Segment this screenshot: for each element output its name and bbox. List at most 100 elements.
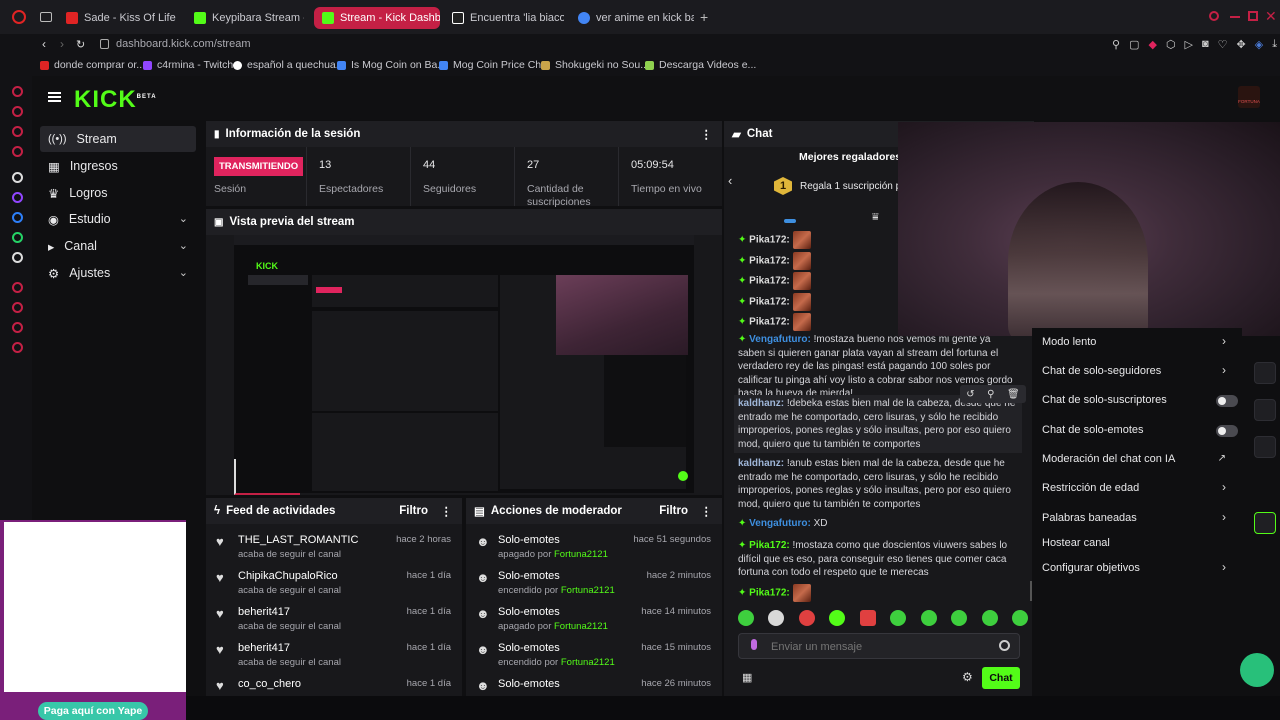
- menu-item-host-channel[interactable]: Hostear canal: [1042, 537, 1238, 549]
- chat-username[interactable]: Vengafuturo:: [749, 518, 811, 529]
- vpn-icon[interactable]: ◈: [1255, 38, 1263, 51]
- clapperboard-icon[interactable]: [1254, 512, 1276, 534]
- menu-item-banned-words[interactable]: Palabras baneadas ›: [1042, 510, 1238, 524]
- reply-icon[interactable]: ↺: [966, 389, 974, 400]
- settings-icon[interactable]: ⚙: [962, 670, 973, 684]
- menu-item-age-restriction[interactable]: Restricción de edad ›: [1042, 480, 1238, 494]
- hamburger-menu-icon[interactable]: [48, 92, 61, 102]
- gmail-icon[interactable]: [12, 146, 23, 157]
- chat-username[interactable]: Vengafuturo:: [749, 334, 811, 345]
- broadcast-icon[interactable]: [1254, 362, 1276, 384]
- emote-icon[interactable]: [920, 610, 937, 626]
- kebab-menu-icon[interactable]: ⋮: [441, 504, 453, 518]
- list-item[interactable]: ☻ Solo-emotes apagado por Fortuna2121 ha…: [466, 602, 721, 638]
- close-window-button[interactable]: ✕: [1265, 8, 1277, 25]
- bookmark-item[interactable]: donde comprar or...: [40, 59, 145, 71]
- kebab-menu-icon[interactable]: ⋮: [701, 127, 713, 141]
- tab-kick-dashboard[interactable]: Stream - Kick Dashboard: [314, 7, 440, 29]
- tab-tiktok[interactable]: Encuentra 'lia biacoti' en: [444, 7, 564, 29]
- moderator-name[interactable]: Fortuna2121: [554, 549, 608, 560]
- menu-item-subscribers-only[interactable]: Chat de solo-suscriptores: [1042, 394, 1238, 407]
- microphone-icon[interactable]: [751, 639, 757, 650]
- history-icon[interactable]: [12, 106, 23, 117]
- menu-item-goals[interactable]: Configurar objetivos ›: [1042, 560, 1238, 574]
- tab-keypibara[interactable]: Keypibara Stream - Watc: [186, 7, 304, 29]
- bookmark-item[interactable]: Descarga Videos e...: [645, 59, 756, 71]
- tab-google[interactable]: ver anime en kick baneado: [570, 7, 694, 29]
- wrench-icon[interactable]: [1254, 436, 1276, 458]
- list-item[interactable]: ♥ THE_LAST_ROMANTIC acaba de seguir el c…: [206, 530, 461, 566]
- chat-username[interactable]: Pika172:: [749, 540, 790, 551]
- player-icon[interactable]: [12, 282, 23, 293]
- kick-logo[interactable]: KICKBETA: [74, 86, 157, 114]
- emote-icon[interactable]: [859, 610, 876, 626]
- list-item[interactable]: ♥ co_co_chero hace 1 día: [206, 674, 461, 710]
- tab-sade[interactable]: Sade - Kiss Of Life (Fr: [58, 7, 176, 29]
- emoji-icon[interactable]: [999, 640, 1010, 651]
- bookmark-item[interactable]: Is Mog Coin on Ba...: [337, 59, 446, 71]
- delete-icon[interactable]: 🗑: [1007, 389, 1020, 400]
- emote-icon[interactable]: [890, 610, 907, 626]
- cube-icon[interactable]: ⬡: [1166, 38, 1176, 51]
- messenger-icon[interactable]: [12, 126, 23, 137]
- filter-button[interactable]: Filtro: [399, 505, 428, 517]
- list-item[interactable]: ☻ Solo-emotes encendido por Fortuna2121 …: [466, 638, 721, 674]
- chat-username[interactable]: Pika172:: [749, 255, 790, 266]
- nav-item-estudio[interactable]: ◉ Estudio ⌄: [40, 206, 196, 232]
- nav-item-canal[interactable]: ▸ Canal ⌄: [40, 233, 196, 259]
- chat-username[interactable]: Pika172:: [749, 235, 790, 246]
- headset-button[interactable]: [1240, 653, 1274, 687]
- gift-sub-prompt[interactable]: Regala 1 suscripción pa: [800, 181, 907, 192]
- chat-input[interactable]: [771, 639, 991, 654]
- moderator-name[interactable]: Fortuna2121: [554, 621, 608, 632]
- subscribers-only-toggle[interactable]: [1216, 395, 1238, 407]
- chat-username[interactable]: Pika172:: [749, 276, 790, 287]
- menu-item-followers-only[interactable]: Chat de solo-seguidores ›: [1042, 363, 1238, 377]
- heart-icon[interactable]: ♡: [1218, 38, 1228, 51]
- chat-username[interactable]: Pika172:: [749, 296, 790, 307]
- emote-icon[interactable]: [1011, 610, 1028, 626]
- stream-preview-video[interactable]: KICK: [234, 235, 694, 493]
- gear-icon[interactable]: [12, 342, 23, 353]
- avatar[interactable]: FORTUNA: [1238, 86, 1260, 108]
- nav-item-ingresos[interactable]: ▦ Ingresos: [40, 153, 196, 179]
- bookmark-item[interactable]: Mog Coin Price Ch...: [439, 59, 550, 71]
- aria-icon[interactable]: [12, 86, 23, 97]
- chat-message[interactable]: kaldhanz: !anub estas bien mal de la cab…: [738, 457, 1018, 511]
- nav-item-stream[interactable]: ((•)) Stream: [40, 126, 196, 152]
- bookmark-item[interactable]: español a quechua...: [233, 59, 345, 71]
- yape-pay-button[interactable]: Paga aquí con Yape: [38, 702, 148, 720]
- chat-message[interactable]: ✦ Vengafuturo: XD: [738, 517, 1018, 531]
- chat-username[interactable]: Pika172:: [749, 588, 790, 599]
- search-icon[interactable]: [1209, 11, 1219, 21]
- forward-button[interactable]: ›: [60, 37, 64, 51]
- tab-switcher-icon[interactable]: [40, 12, 52, 22]
- chevron-left-icon[interactable]: ‹: [728, 173, 732, 188]
- emote-icon[interactable]: [829, 610, 846, 626]
- emote-icon[interactable]: [768, 610, 785, 626]
- list-item[interactable]: ♥ beherit417 acaba de seguir el canal ha…: [206, 638, 461, 674]
- whatsapp-icon[interactable]: [12, 232, 23, 243]
- chat-username[interactable]: Pika172:: [749, 317, 790, 328]
- pin-icon[interactable]: ⚲: [1112, 38, 1120, 51]
- new-tab-button[interactable]: +: [700, 9, 708, 25]
- menu-item-slow-mode[interactable]: Modo lento ›: [1042, 334, 1238, 348]
- camera-icon[interactable]: ◙: [1202, 38, 1209, 51]
- bookmark-item[interactable]: Shokugeki no Sou...: [541, 59, 649, 71]
- filter-icon[interactable]: ⩸: [872, 211, 879, 224]
- minimize-button[interactable]: [1230, 16, 1240, 18]
- settings-icon[interactable]: [12, 322, 23, 333]
- site-info-icon[interactable]: [100, 39, 109, 49]
- reload-icon[interactable]: ↻: [76, 38, 85, 51]
- emotes-only-toggle[interactable]: [1216, 425, 1238, 437]
- play-icon[interactable]: ▷: [1185, 38, 1193, 51]
- list-item[interactable]: ♥ ChipikaChupaloRico acaba de seguir el …: [206, 566, 461, 602]
- chat-input-box[interactable]: [738, 633, 1020, 659]
- back-button[interactable]: ‹: [42, 37, 46, 51]
- bookmark-item[interactable]: c4rmina - Twitch: [143, 59, 233, 71]
- chat-message[interactable]: kaldhanz: !debeka estas bien mal de la c…: [734, 395, 1022, 454]
- chat-username[interactable]: kaldhanz:: [738, 458, 784, 469]
- snapshot-icon[interactable]: ▢: [1129, 38, 1139, 51]
- list-item[interactable]: ☻ Solo-emotes encendido por Fortuna2121 …: [466, 566, 721, 602]
- moderator-name[interactable]: Fortuna2121: [561, 585, 615, 596]
